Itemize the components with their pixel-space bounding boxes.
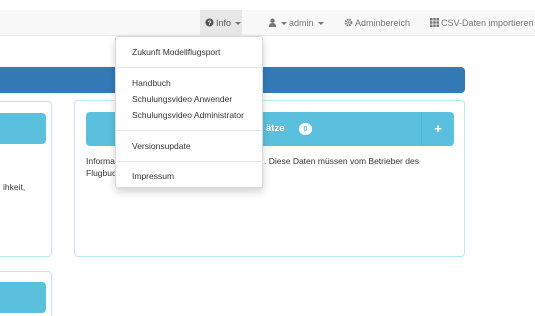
- adminbereich-label: Adminbereich: [355, 18, 411, 28]
- info-menu-label: Info: [216, 18, 232, 28]
- menu-divider: [117, 130, 263, 131]
- adminbereich-link[interactable]: Adminbereich: [344, 10, 410, 36]
- menu-item-impressum[interactable]: Impressum: [132, 171, 174, 182]
- menu-item-schulungsvideo-anwender[interactable]: Schulungsvideo Anwender: [132, 94, 232, 105]
- left-panel-button[interactable]: [0, 113, 46, 144]
- left-panel-lower: [0, 271, 52, 316]
- main-panel-title: ätze: [266, 123, 285, 134]
- csv-import-label: CSV-Daten importieren: [441, 18, 534, 28]
- menu-item-handbuch[interactable]: Handbuch: [132, 78, 171, 89]
- menu-item-schulungsvideo-administrator[interactable]: Schulungsvideo Administrator: [132, 110, 244, 121]
- menu-item-versionsupdate[interactable]: Versionsupdate: [132, 141, 191, 152]
- left-panel: ihkeit,: [0, 101, 52, 257]
- csv-import-link[interactable]: CSV-Daten importieren: [430, 10, 534, 36]
- caret-down-icon: [281, 21, 287, 25]
- caret-down-icon: [317, 21, 324, 25]
- info-menu-toggle[interactable]: ? Info: [200, 10, 242, 36]
- left-panel-lower-button[interactable]: [0, 282, 46, 313]
- menu-item-zukunft-modellflugsport[interactable]: Zukunft Modellflugsport: [132, 47, 220, 58]
- admin-menu-toggle[interactable]: admin: [268, 10, 324, 36]
- menu-divider: [117, 67, 263, 68]
- info-dropdown-menu: Zukunft Modellflugsport Handbuch Schulun…: [115, 36, 263, 188]
- count-badge: 0: [299, 123, 312, 135]
- admin-menu-label: admin: [289, 18, 314, 28]
- add-button[interactable]: +: [422, 112, 454, 146]
- left-panel-text: ihkeit,: [3, 182, 26, 192]
- caret-down-icon: [235, 21, 242, 25]
- gear-icon: [344, 18, 353, 29]
- user-icon: [268, 18, 277, 29]
- svg-text:?: ?: [208, 19, 212, 26]
- question-circle-icon: ?: [205, 17, 214, 29]
- menu-divider: [117, 161, 263, 162]
- top-navbar: ? Info admin Adminbereich CSV-Daten impo…: [0, 10, 535, 36]
- description-tail: . Diese Daten müssen vom Betrieber des: [264, 156, 419, 166]
- grid-icon: [430, 17, 439, 29]
